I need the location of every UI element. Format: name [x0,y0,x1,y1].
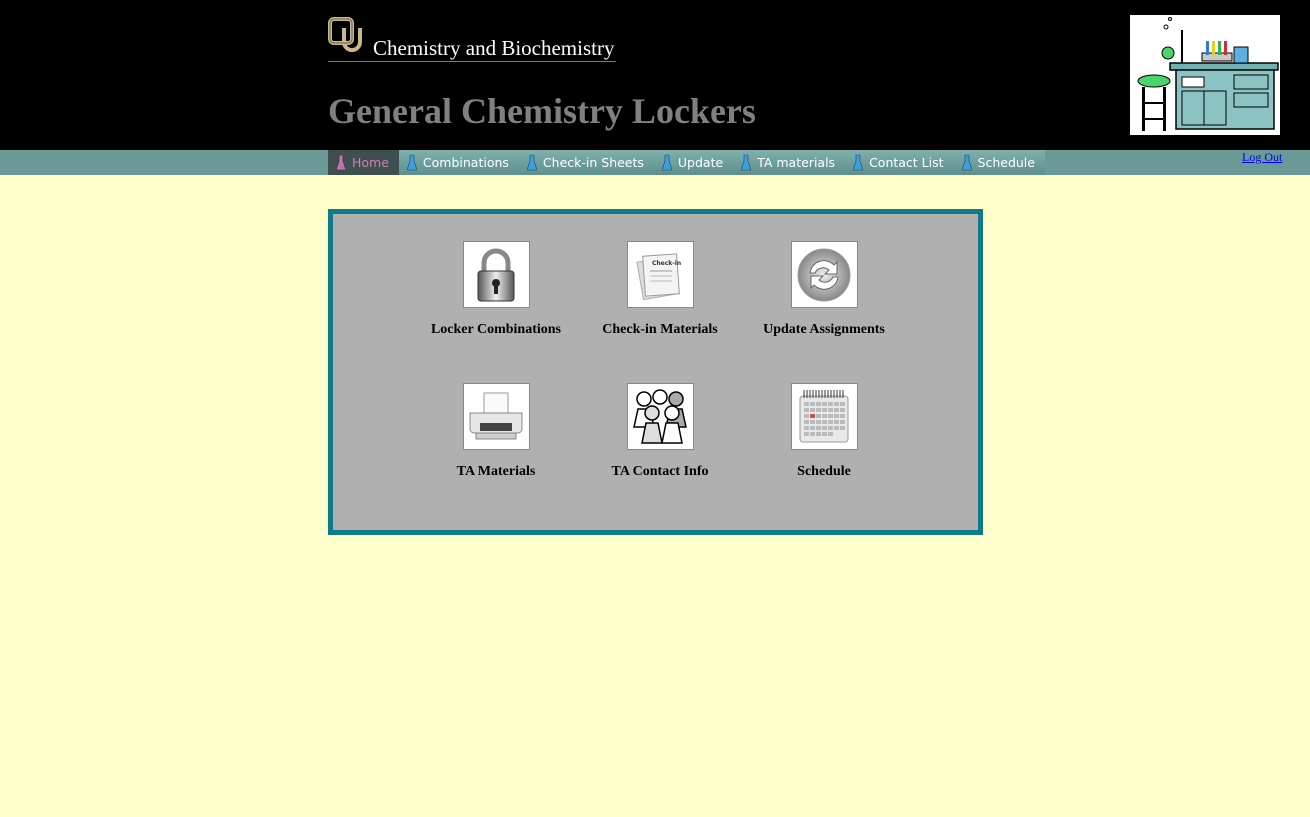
flask-icon [406,154,417,170]
people-icon [633,388,687,444]
check-in-sheet-icon: Check-in [636,252,681,300]
cu-logo-icon [328,17,362,52]
refresh-icon-box[interactable] [790,241,858,308]
department-underline [328,61,616,62]
main-panel: Locker Combinations Check-in Check-in Ma… [328,209,983,535]
lab-bench-clipart [1130,15,1280,135]
people-icon-box[interactable] [626,383,694,450]
nav-item-label: Combinations [422,155,509,170]
tile-locker-combinations[interactable]: Locker Combinations [414,241,578,338]
padlock-icon-box[interactable] [462,241,530,308]
nav-item-contact-list[interactable]: Contact List [845,150,954,175]
nav-item-label: Schedule [977,155,1035,170]
nav-item-label: Home [352,155,389,170]
nav-item-combinations[interactable]: Combinations [398,150,519,175]
page-title: General Chemistry Lockers [328,91,756,131]
check-in-sheet-icon-box[interactable]: Check-in [626,241,694,308]
nav-item-label: Check-in Sheets [542,155,644,170]
tile-label: TA Contact Info [611,464,709,479]
calendar-icon [799,389,849,442]
tile-ta-contact-info[interactable]: TA Contact Info [578,383,742,480]
nav-item-home[interactable]: Home [328,150,399,175]
nav-item-ta-materials[interactable]: TA materials [733,150,846,175]
flask-icon [661,154,672,170]
tile-label: Check-in Materials [602,322,718,337]
refresh-icon [797,248,851,301]
tile-check-in-materials[interactable]: Check-in Check-in Materials [578,241,742,338]
tile-label: TA Materials [456,464,536,479]
calendar-icon-box[interactable] [790,383,858,450]
printer-icon [469,392,523,439]
department-name: Chemistry and Biochemistry [373,36,615,60]
flask-icon [853,154,864,170]
nav-item-check-in-sheets[interactable]: Check-in Sheets [518,150,654,175]
flask-icon [526,154,537,170]
tile-label: Locker Combinations [430,322,562,337]
flask-icon [741,154,752,170]
printer-icon-box[interactable] [462,383,530,450]
nav-item-update[interactable]: Update [653,150,734,175]
logout-link[interactable]: Log Out [1242,150,1282,165]
padlock-icon [477,248,515,301]
tile-label: Schedule [797,464,851,479]
nav-item-schedule[interactable]: Schedule [953,150,1045,175]
nav-item-label: Contact List [869,155,944,170]
flask-icon [961,154,972,170]
nav-item-label: TA materials [757,155,836,170]
tile-label: Update Assignments [763,322,885,337]
check-in-sheet-text: Check-in [652,260,681,267]
tile-update-assignments[interactable]: Update Assignments [742,241,906,338]
flask-icon [336,154,346,170]
site-header: Chemistry and Biochemistry General Chemi… [0,0,1310,150]
nav-item-label: Update [677,155,724,170]
tile-schedule[interactable]: Schedule [742,383,906,480]
tile-ta-materials[interactable]: TA Materials [414,383,578,480]
main-nav: Home Combinations Check-in Sheets Update… [328,150,1045,175]
